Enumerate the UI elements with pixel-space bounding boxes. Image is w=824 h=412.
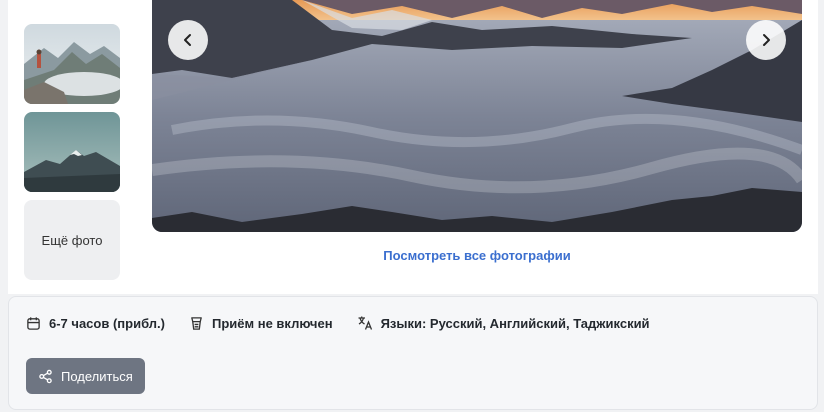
more-photos-label: Ещё фото xyxy=(41,232,103,248)
next-photo-button[interactable] xyxy=(746,20,786,60)
main-photo xyxy=(152,0,802,232)
duration-info: 6-7 часов (прибл.) xyxy=(26,316,165,331)
tour-info-card: 6-7 часов (прибл.) Приём не включен Язык… xyxy=(8,296,818,410)
chevron-left-icon xyxy=(184,34,191,46)
tour-details-row: 6-7 часов (прибл.) Приём не включен Язык… xyxy=(26,315,674,331)
previous-photo-button[interactable] xyxy=(168,20,208,60)
meal-info: Приём не включен xyxy=(189,316,333,331)
thumbnail-mountain-photo[interactable] xyxy=(24,112,120,192)
translate-icon xyxy=(358,316,372,330)
share-label: Поделиться xyxy=(61,368,133,384)
calendar-icon xyxy=(27,316,40,330)
languages-text: Языки: Русский, Английский, Таджикский xyxy=(380,315,650,331)
view-all-photos-link[interactable]: Посмотреть все фотографии xyxy=(152,248,802,263)
more-photos-button[interactable]: Ещё фото xyxy=(24,200,120,280)
share-button[interactable]: Поделиться xyxy=(26,358,145,394)
duration-text: 6-7 часов (прибл.) xyxy=(49,315,165,331)
thumbnail-hiker-photo[interactable] xyxy=(24,24,120,104)
meal-icon xyxy=(191,316,202,330)
share-icon xyxy=(39,369,52,383)
photo-gallery: Ещё фото Посмотреть все фотографии xyxy=(8,0,818,294)
languages-info: Языки: Русский, Английский, Таджикский xyxy=(357,315,650,331)
meal-text: Приём не включен xyxy=(211,315,333,331)
chevron-right-icon xyxy=(763,34,770,46)
